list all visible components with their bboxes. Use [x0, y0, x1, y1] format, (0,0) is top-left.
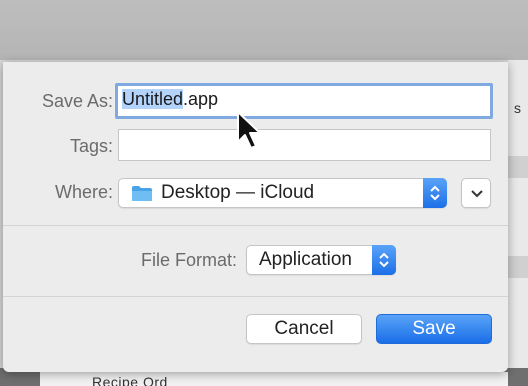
divider — [3, 225, 508, 226]
filename-extension: .app — [183, 89, 219, 109]
where-stepper[interactable] — [423, 178, 447, 208]
chevron-down-icon — [471, 190, 483, 198]
expand-dialog-button[interactable] — [461, 178, 491, 208]
up-down-arrows-icon — [379, 252, 389, 268]
background-row — [508, 256, 528, 278]
background-footer-text: Recipe Ord — [92, 374, 168, 386]
cancel-button[interactable]: Cancel — [246, 314, 362, 344]
tags-field[interactable] — [118, 129, 491, 161]
file-format-label: File Format: — [140, 250, 237, 270]
save-as-field[interactable]: Untitled.app — [115, 83, 493, 119]
where-location: Desktop — iCloud — [161, 182, 315, 203]
background-text: s — [514, 100, 521, 116]
save-as-label: Save As: — [41, 91, 113, 111]
filename-selection: Untitled — [122, 89, 184, 109]
divider — [3, 296, 508, 297]
up-down-arrows-icon — [430, 185, 440, 201]
folder-icon — [131, 185, 153, 208]
file-format-value: Application — [259, 249, 352, 270]
save-button[interactable]: Save — [376, 314, 492, 344]
mouse-pointer-icon — [237, 111, 261, 149]
file-format-popup[interactable]: Application — [246, 245, 396, 275]
where-label: Where: — [54, 182, 113, 202]
tags-label: Tags: — [69, 136, 113, 156]
where-popup[interactable]: Desktop — iCloud — [118, 178, 447, 208]
save-dialog: Save As: Untitled.app Tags: Where: Deskt… — [3, 62, 508, 372]
file-format-stepper[interactable] — [372, 245, 396, 275]
background-row — [508, 156, 528, 178]
